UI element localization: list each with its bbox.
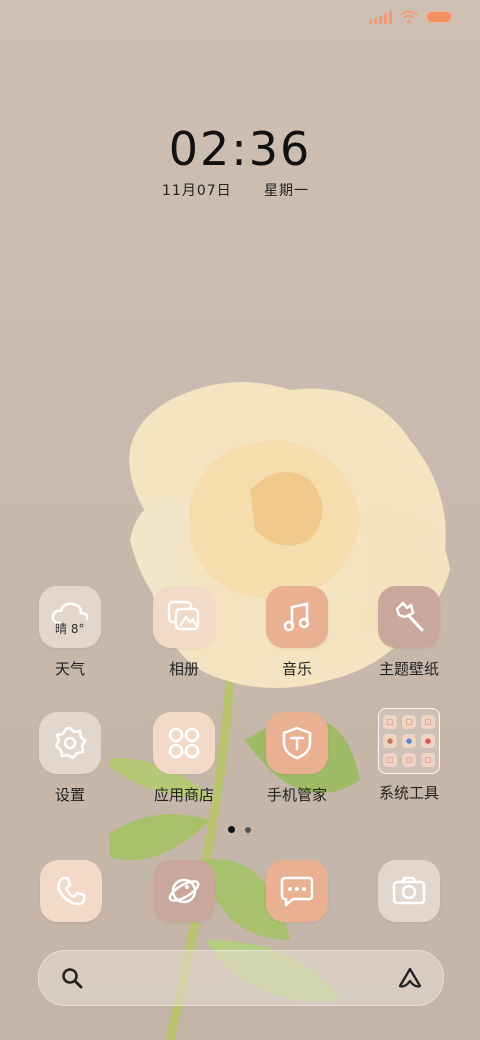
app-label: 主题壁纸 (378, 660, 439, 678)
search-icon[interactable] (61, 967, 83, 989)
assistant-icon[interactable] (397, 966, 423, 990)
weather-temperature: 8° (70, 622, 85, 636)
phone-icon (40, 860, 102, 922)
app-label: 相册 (168, 660, 199, 678)
dock-browser[interactable] (153, 860, 215, 922)
folder-icon: □ □ □ ● ● ● □ □ □ (378, 708, 440, 774)
clock-time[interactable]: 02:36 (0, 122, 480, 176)
settings-icon (39, 712, 101, 774)
clock-weekday: 星期一 (264, 183, 309, 199)
app-label: 设置 (54, 786, 85, 804)
app-weather[interactable]: 晴 8° 天气 (20, 586, 120, 679)
app-music[interactable]: 音乐 (247, 586, 347, 679)
battery-icon (426, 11, 452, 23)
app-theme[interactable]: 主题壁纸 (359, 586, 459, 679)
app-label: 天气 (54, 660, 85, 678)
search-bar[interactable] (38, 950, 444, 1006)
messages-icon (266, 860, 328, 922)
theme-icon (378, 586, 440, 648)
page-indicator (228, 826, 251, 833)
signal-icon (369, 10, 392, 24)
music-icon (266, 586, 328, 648)
page-dot-active[interactable] (228, 826, 235, 833)
app-label: 应用商店 (153, 786, 214, 804)
browser-icon (153, 860, 215, 922)
folder-system-tools[interactable]: □ □ □ ● ● ● □ □ □ 系统工具 (359, 708, 459, 803)
status-bar (369, 10, 452, 24)
dock-messages[interactable] (266, 860, 328, 922)
camera-icon (378, 860, 440, 922)
app-store-icon (153, 712, 215, 774)
app-settings[interactable]: 设置 (20, 712, 120, 805)
clock-date: 11月07日 (162, 183, 232, 199)
app-label: 音乐 (281, 660, 312, 678)
page-dot[interactable] (245, 826, 251, 833)
weather-condition: 晴 (55, 622, 68, 636)
app-phone-manager[interactable]: 手机管家 (247, 712, 347, 805)
dock-phone[interactable] (40, 860, 102, 922)
wifi-icon (400, 10, 418, 24)
gallery-icon (153, 586, 215, 648)
app-store[interactable]: 应用商店 (134, 712, 234, 805)
weather-icon: 晴 8° (39, 586, 101, 648)
app-gallery[interactable]: 相册 (134, 586, 234, 679)
app-label: 手机管家 (266, 786, 327, 804)
dock-camera[interactable] (378, 860, 440, 922)
app-label: 系统工具 (378, 784, 439, 802)
phone-manager-icon (266, 712, 328, 774)
